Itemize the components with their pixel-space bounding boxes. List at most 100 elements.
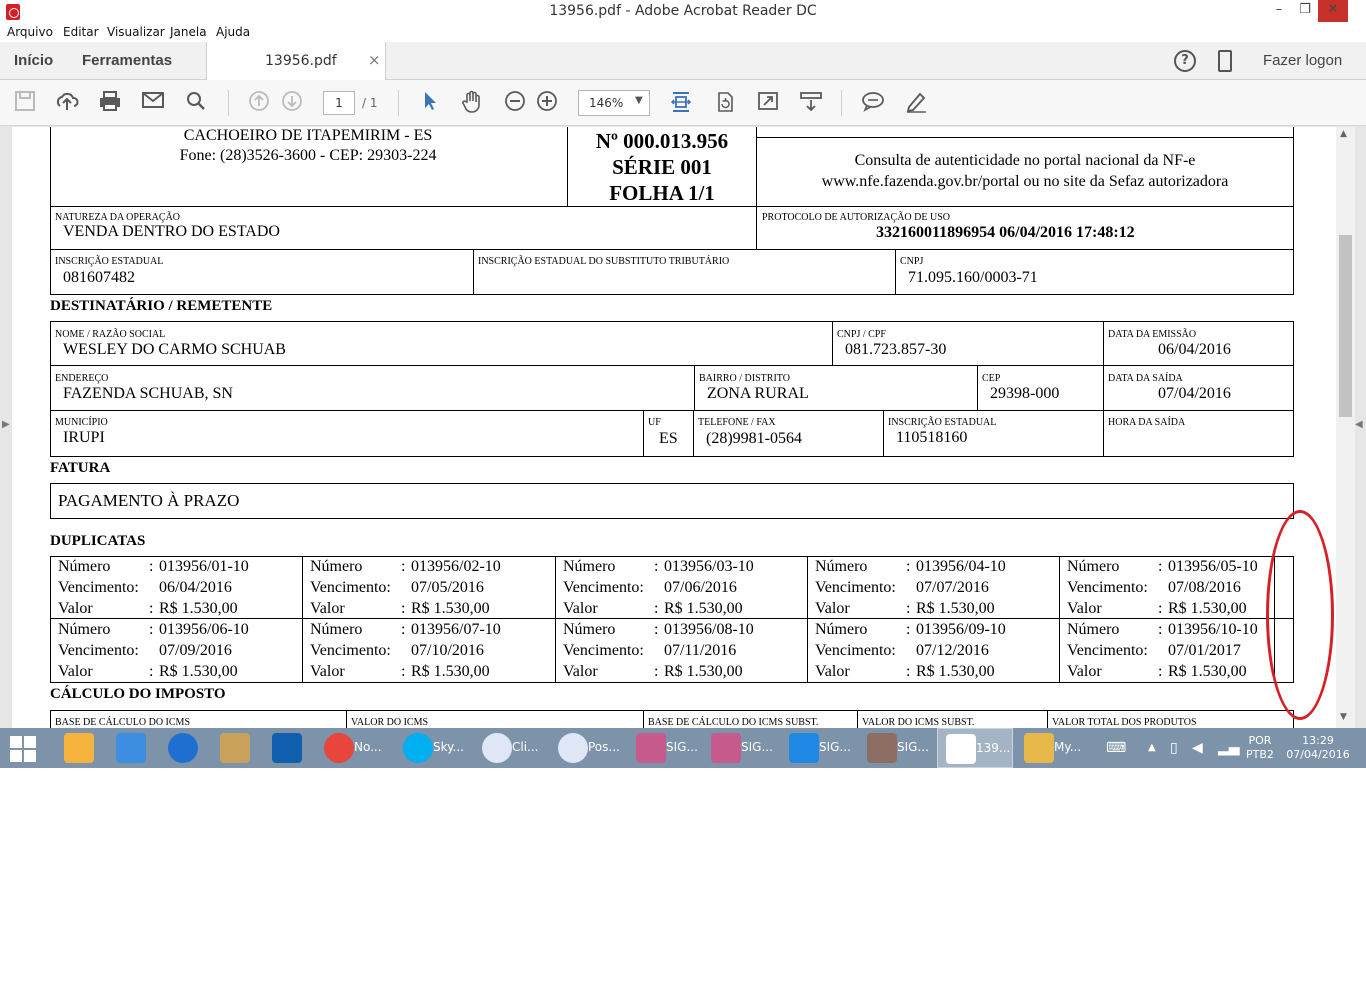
fit-page-icon[interactable] bbox=[668, 90, 694, 116]
page-number-input[interactable]: 1 bbox=[323, 91, 355, 115]
device-icon[interactable]: ▯ bbox=[1170, 740, 1178, 756]
dup-colon: : bbox=[654, 558, 659, 575]
desktop-icon[interactable] bbox=[108, 728, 152, 768]
zoom-out-icon[interactable] bbox=[502, 90, 528, 116]
print-icon[interactable] bbox=[97, 90, 123, 116]
clock-date: 07/04/2016 bbox=[1286, 748, 1350, 761]
close-window-button[interactable]: ✕ bbox=[1318, 0, 1348, 22]
taskbar-app-label: Cli... bbox=[512, 740, 539, 754]
dup-due: 07/01/2017 bbox=[1168, 642, 1241, 659]
email-icon[interactable] bbox=[140, 90, 166, 116]
dup-val-label: Valor bbox=[815, 663, 850, 680]
taskbar-app[interactable]: SIG... bbox=[781, 728, 856, 768]
dup-colon: : bbox=[149, 558, 154, 575]
duplicate-values: 013956/04-10 07/07/2016 R$ 1.530,00 bbox=[916, 556, 1006, 619]
document-viewport[interactable]: ▶ ◀ CACHOEIRO DE ITAPEMIRIM - ES Fone: (… bbox=[0, 127, 1366, 728]
menu-janela[interactable]: Janela bbox=[170, 25, 207, 39]
invoice-sheet: FOLHA 1/1 bbox=[609, 181, 715, 205]
taskbar-app[interactable]: SIG... bbox=[859, 728, 934, 768]
keyboard-icon[interactable]: ⌨ bbox=[1106, 740, 1126, 756]
hand-tool-icon[interactable] bbox=[459, 90, 485, 116]
scroll-mode-icon[interactable] bbox=[798, 90, 824, 116]
scroll-down-icon[interactable]: ▼ bbox=[1340, 712, 1347, 722]
exit-date-value: 07/04/2016 bbox=[1158, 385, 1231, 402]
tax-col-label: BASE DE CÁLCULO DO ICMS bbox=[55, 717, 191, 728]
right-pane-arrow-icon[interactable]: ◀ bbox=[1355, 419, 1363, 430]
sig-app-icon bbox=[636, 733, 666, 763]
toolbar-separator bbox=[398, 90, 399, 116]
help-icon[interactable]: ? bbox=[1174, 50, 1196, 72]
select-cursor-icon[interactable] bbox=[417, 90, 443, 116]
mobile-link-icon[interactable] bbox=[1218, 50, 1232, 72]
login-button[interactable]: Fazer logon bbox=[1263, 52, 1342, 69]
taskbar-app-label: Pos... bbox=[588, 740, 620, 754]
vertical-scrollbar[interactable]: ▲ ▼ bbox=[1336, 127, 1355, 728]
taskbar-app[interactable]: Pos... bbox=[550, 728, 625, 768]
cep-label: CEP bbox=[982, 373, 1001, 384]
windows-start-icon[interactable] bbox=[10, 736, 36, 762]
sig-app-icon bbox=[867, 733, 897, 763]
tab-document[interactable]: 13956.pdf × bbox=[206, 42, 386, 81]
menu-editar[interactable]: Editar bbox=[63, 25, 99, 39]
dup-number: 013956/09-10 bbox=[916, 621, 1006, 638]
language-indicator[interactable]: POR PTB2 bbox=[1246, 734, 1274, 762]
scroll-thumb[interactable] bbox=[1339, 235, 1352, 417]
duplicate-cell: Número Vencimento: Valor bbox=[310, 556, 391, 619]
comment-icon[interactable] bbox=[860, 90, 886, 116]
search-icon[interactable] bbox=[183, 90, 209, 116]
menu-arquivo[interactable]: Arquivo bbox=[7, 25, 53, 39]
duplicate-cell: Número Vencimento: Valor bbox=[563, 619, 644, 682]
zoom-select[interactable]: 146% ▼ bbox=[578, 90, 650, 116]
upload-cloud-icon[interactable] bbox=[54, 90, 80, 116]
internet-explorer-icon[interactable] bbox=[160, 728, 204, 768]
tools-icon[interactable] bbox=[212, 728, 256, 768]
zoom-in-icon[interactable] bbox=[534, 90, 560, 116]
taskbar-app-active[interactable]: 139... bbox=[937, 728, 1013, 768]
protocol-label: PROTOCOLO DE AUTORIZAÇÃO DE USO bbox=[762, 212, 950, 223]
duplicate-values: 013956/09-10 07/12/2016 R$ 1.530,00 bbox=[916, 619, 1006, 682]
full-screen-icon[interactable] bbox=[755, 90, 781, 116]
chevron-down-icon: ▼ bbox=[635, 95, 643, 106]
close-tab-icon[interactable]: × bbox=[368, 51, 381, 69]
dup-val-label: Valor bbox=[563, 663, 598, 680]
rotate-icon[interactable] bbox=[712, 90, 738, 116]
scroll-up-icon[interactable]: ▲ bbox=[1340, 129, 1347, 139]
dup-number: 013956/07-10 bbox=[411, 621, 501, 638]
dup-due-label: Vencimento: bbox=[563, 579, 644, 596]
cnpj-label: CNPJ bbox=[900, 256, 924, 267]
taskbar-app[interactable]: Cli... bbox=[474, 728, 549, 768]
ie2-label: INSCRIÇÃO ESTADUAL bbox=[888, 417, 997, 428]
duplicate-cell: Número Vencimento: Valor bbox=[58, 619, 139, 682]
taskbar-app[interactable]: No... bbox=[316, 728, 391, 768]
next-page-icon[interactable] bbox=[279, 90, 305, 116]
previous-page-icon[interactable] bbox=[246, 90, 272, 116]
divider bbox=[643, 710, 644, 728]
show-hidden-icons-icon[interactable]: ▲ bbox=[1148, 742, 1156, 753]
network-signal-icon[interactable]: ▂▄ bbox=[1218, 740, 1240, 756]
dup-colon: : bbox=[654, 663, 659, 680]
dup-due-label: Vencimento: bbox=[815, 642, 896, 659]
divider bbox=[756, 206, 757, 250]
highlight-pen-icon[interactable] bbox=[903, 90, 929, 116]
dup-number: 013956/04-10 bbox=[916, 558, 1006, 575]
menu-visualizar[interactable]: Visualizar bbox=[107, 25, 165, 39]
save-icon[interactable] bbox=[12, 90, 38, 116]
dup-number: 013956/02-10 bbox=[411, 558, 501, 575]
district-label: BAIRRO / DISTRITO bbox=[699, 373, 790, 384]
outlook-icon[interactable] bbox=[264, 728, 308, 768]
restore-button[interactable]: ❐ bbox=[1290, 0, 1320, 22]
left-pane-arrow-icon[interactable]: ▶ bbox=[2, 419, 10, 430]
ie-value: 081607482 bbox=[63, 269, 135, 286]
apps-grid-icon[interactable] bbox=[56, 728, 100, 768]
tab-tools[interactable]: Ferramentas bbox=[82, 52, 172, 69]
tab-home[interactable]: Início bbox=[14, 52, 53, 69]
taskbar-app[interactable]: SIG... bbox=[628, 728, 703, 768]
taskbar-app[interactable]: My... bbox=[1016, 728, 1091, 768]
menu-ajuda[interactable]: Ajuda bbox=[216, 25, 250, 39]
taskbar-app[interactable]: Sky... bbox=[395, 728, 470, 768]
dup-colon: : bbox=[906, 558, 911, 575]
taskbar-app[interactable]: SIG... bbox=[703, 728, 778, 768]
volume-muted-icon[interactable]: ◀ bbox=[1192, 740, 1203, 756]
clock[interactable]: 13:29 07/04/2016 bbox=[1286, 734, 1350, 762]
duplicate-colons: : : bbox=[654, 619, 658, 682]
